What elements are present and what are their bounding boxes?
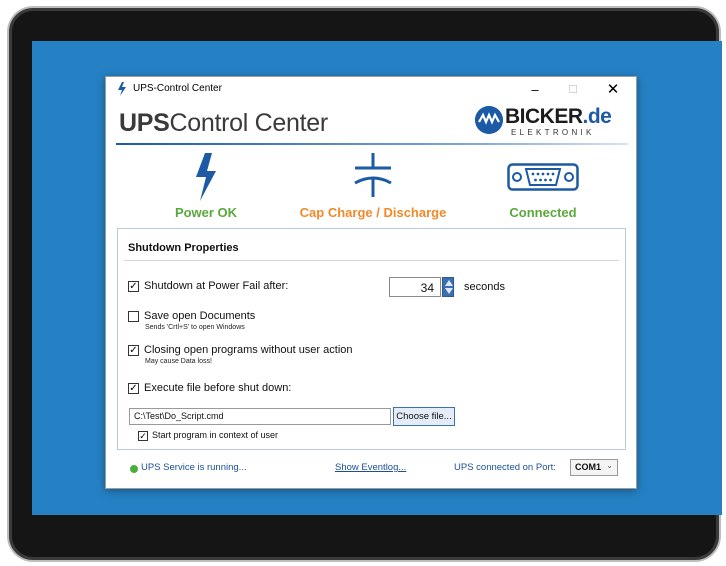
minimize-button[interactable]: – bbox=[520, 79, 550, 99]
choose-file-button[interactable]: Choose file... bbox=[393, 407, 455, 426]
script-path-field[interactable]: C:\Test\Do_Script.cmd bbox=[129, 408, 391, 425]
power-fail-checkbox[interactable]: ✓ bbox=[128, 281, 139, 292]
save-docs-checkbox[interactable] bbox=[128, 311, 139, 322]
port-select[interactable]: COM1 ⌄ bbox=[570, 459, 618, 476]
window-title: UPS-Control Center bbox=[133, 83, 222, 94]
status-power-label: Power OK bbox=[174, 205, 238, 220]
bicker-logo: BICKER.de ELEKTRONIK bbox=[475, 104, 625, 140]
app-lightning-icon bbox=[118, 82, 126, 96]
shutdown-properties-panel: Shutdown Properties ✓ Shutdown at Power … bbox=[117, 228, 626, 450]
spin-up-icon[interactable] bbox=[445, 280, 453, 286]
logo-subtitle: ELEKTRONIK bbox=[511, 128, 595, 137]
title-bar[interactable]: UPS-Control Center – ☐ ✕ bbox=[106, 77, 636, 103]
panel-title: Shutdown Properties bbox=[128, 242, 239, 254]
port-select-value: COM1 bbox=[575, 462, 602, 472]
seconds-spinner[interactable] bbox=[442, 277, 454, 297]
status-power: Power OK bbox=[121, 153, 291, 223]
status-capacitor: Cap Charge / Discharge bbox=[288, 153, 458, 223]
ups-control-window: UPS-Control Center – ☐ ✕ UPSControl Cent… bbox=[105, 76, 637, 489]
port-label: UPS connected on Port: bbox=[454, 462, 556, 473]
serial-port-icon bbox=[507, 163, 579, 191]
status-connection-label: Connected bbox=[509, 205, 577, 220]
user-context-label: Start program in context of user bbox=[152, 430, 279, 440]
execute-file-checkbox[interactable]: ✓ bbox=[128, 383, 139, 394]
panel-divider bbox=[124, 260, 619, 261]
user-context-checkbox[interactable]: ✓ bbox=[138, 431, 148, 441]
app-title: UPSControl Center bbox=[119, 109, 328, 137]
bicker-logo-mark-icon bbox=[475, 106, 503, 134]
close-programs-hint: May cause Data loss! bbox=[145, 358, 212, 365]
lightning-icon bbox=[196, 153, 216, 201]
show-eventlog-link[interactable]: Show Eventlog... bbox=[335, 462, 406, 473]
save-docs-label: Save open Documents bbox=[144, 310, 256, 322]
logo-wordmark: BICKER.de bbox=[505, 105, 612, 128]
maximize-button[interactable]: ☐ bbox=[558, 79, 588, 99]
power-fail-label: Shutdown at Power Fail after: bbox=[144, 280, 289, 292]
power-fail-seconds-input[interactable]: 34 bbox=[389, 277, 441, 297]
capacitor-icon bbox=[354, 153, 392, 197]
status-capacitor-label: Cap Charge / Discharge bbox=[299, 205, 447, 220]
close-programs-checkbox[interactable]: ✓ bbox=[128, 345, 139, 356]
execute-file-label: Execute file before shut down: bbox=[144, 382, 292, 394]
close-button[interactable]: ✕ bbox=[598, 79, 628, 99]
chevron-down-icon[interactable]: ⌄ bbox=[606, 461, 613, 470]
close-programs-label: Closing open programs without user actio… bbox=[144, 344, 353, 356]
status-connection: Connected bbox=[458, 153, 628, 223]
header-divider bbox=[116, 143, 628, 145]
status-footer: UPS Service is running... Show Eventlog.… bbox=[106, 455, 636, 485]
spin-down-icon[interactable] bbox=[445, 288, 453, 294]
service-status-led-icon bbox=[130, 465, 138, 473]
save-docs-hint: Sends 'Crtl+S' to open Windows bbox=[145, 324, 245, 331]
service-status-text: UPS Service is running... bbox=[141, 462, 247, 473]
seconds-unit-label: seconds bbox=[464, 281, 505, 293]
